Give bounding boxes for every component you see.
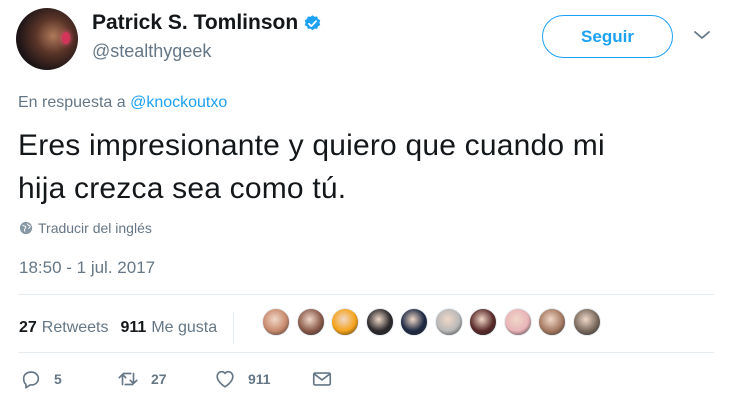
direct-message-button[interactable]	[311, 368, 333, 390]
liker-avatars	[262, 308, 607, 336]
author-avatar[interactable]	[16, 8, 78, 70]
author-name-row: Patrick S. Tomlinson	[92, 11, 322, 35]
tweet-stats: 27 Retweets 911 Me gusta	[19, 312, 244, 344]
translate-link[interactable]: Traducir del inglés	[19, 220, 152, 236]
envelope-icon	[312, 372, 332, 386]
liker-avatar[interactable]	[434, 308, 463, 336]
retweets-label[interactable]: Retweets	[42, 319, 109, 337]
retweets-count[interactable]: 27	[19, 319, 37, 337]
author-display-name[interactable]: Patrick S. Tomlinson	[92, 11, 298, 35]
like-count: 911	[248, 371, 271, 387]
reply-context-prefix: En respuesta a	[18, 94, 126, 111]
reply-count: 5	[54, 371, 62, 387]
reply-icon	[22, 371, 40, 389]
liker-avatar[interactable]	[331, 308, 359, 336]
liker-avatar[interactable]	[572, 308, 601, 336]
reply-context: En respuesta a @knockoutxo	[18, 94, 227, 112]
retweet-button[interactable]: 27	[117, 368, 214, 390]
stats-separator	[233, 312, 235, 344]
reply-mention-link[interactable]: @knockoutxo	[130, 94, 227, 111]
retweet-icon	[118, 372, 138, 386]
likes-label[interactable]: Me gusta	[151, 319, 217, 337]
author-handle[interactable]: @stealthygeek	[92, 41, 211, 62]
chevron-down-icon[interactable]	[693, 28, 711, 42]
heart-icon	[216, 370, 234, 388]
liker-avatar[interactable]	[469, 308, 497, 336]
tweet-timestamp[interactable]: 18:50 - 1 jul. 2017	[19, 258, 155, 278]
reply-button[interactable]: 5	[20, 368, 117, 390]
liker-avatar[interactable]	[538, 308, 566, 336]
liker-avatar[interactable]	[296, 308, 325, 336]
liker-avatar[interactable]	[262, 308, 290, 336]
tweet-actions: 5 27 911	[20, 368, 333, 390]
divider	[18, 352, 714, 353]
follow-button[interactable]: Seguir	[542, 15, 673, 58]
divider	[18, 294, 714, 295]
liker-avatar[interactable]	[365, 308, 394, 336]
likes-count[interactable]: 911	[121, 319, 147, 337]
liker-avatar[interactable]	[503, 308, 532, 336]
retweet-count: 27	[151, 371, 167, 387]
like-button[interactable]: 911	[214, 368, 311, 390]
tweet-text-line-2: hija crezca sea como tú.	[18, 172, 347, 205]
liker-avatar[interactable]	[400, 308, 428, 336]
tweet-text: Eres impresionante y quiero que cuando m…	[18, 124, 708, 210]
verified-badge-icon	[304, 14, 321, 30]
tweet-text-line-1: Eres impresionante y quiero que cuando m…	[18, 129, 605, 162]
globe-icon	[19, 221, 33, 235]
translate-label: Traducir del inglés	[38, 220, 152, 236]
